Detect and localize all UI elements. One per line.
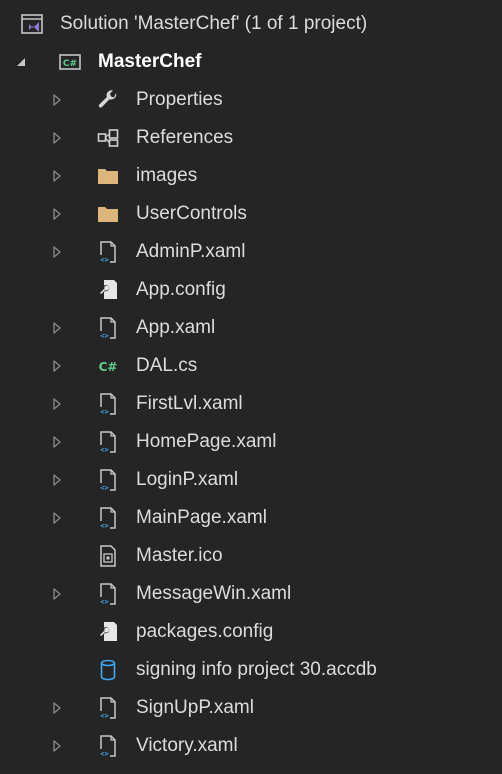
database-icon xyxy=(96,658,120,682)
collapsed-arrow-icon[interactable] xyxy=(50,206,64,222)
tree-item[interactable]: Properties xyxy=(0,81,502,119)
tree-item-label: App.xaml xyxy=(136,317,216,338)
folder-icon xyxy=(96,202,120,226)
tree-item-solution[interactable]: Solution 'MasterChef' (1 of 1 project) xyxy=(0,5,502,43)
svg-text:<>: <> xyxy=(100,522,108,530)
tree-item-label: SignUpP.xaml xyxy=(136,697,254,718)
xaml-file-icon: <> xyxy=(96,582,120,606)
tree-item[interactable]: <> App.xaml xyxy=(0,309,502,347)
collapsed-arrow-icon[interactable] xyxy=(50,472,64,488)
svg-text:<>: <> xyxy=(100,712,108,720)
svg-text:<>: <> xyxy=(100,750,108,758)
tree-item-label: Solution 'MasterChef' (1 of 1 project) xyxy=(60,13,368,34)
tree-item[interactable]: <> LoginP.xaml xyxy=(0,461,502,499)
collapsed-arrow-icon[interactable] xyxy=(50,92,64,108)
xaml-file-icon: <> xyxy=(96,240,120,264)
xaml-file-icon: <> xyxy=(96,506,120,530)
tree-item-label: UserControls xyxy=(136,203,247,224)
xaml-file-icon: <> xyxy=(96,734,120,758)
tree-item-label: images xyxy=(136,165,198,186)
tree-item-label: DAL.cs xyxy=(136,355,198,376)
collapsed-arrow-icon[interactable] xyxy=(50,168,64,184)
tree-item-label: HomePage.xaml xyxy=(136,431,277,452)
tree-item[interactable]: References xyxy=(0,119,502,157)
collapsed-arrow-icon[interactable] xyxy=(50,396,64,412)
tree-item[interactable]: <> HomePage.xaml xyxy=(0,423,502,461)
config-file-icon xyxy=(96,620,120,644)
references-icon xyxy=(96,126,120,150)
svg-text:<>: <> xyxy=(100,408,108,416)
tree-item[interactable]: packages.config xyxy=(0,613,502,651)
tree-item-label: MainPage.xaml xyxy=(136,507,267,528)
tree-item[interactable]: <> MainPage.xaml xyxy=(0,499,502,537)
collapsed-arrow-icon[interactable] xyxy=(50,510,64,526)
xaml-file-icon: <> xyxy=(96,468,120,492)
xaml-file-icon: <> xyxy=(96,430,120,454)
tree-item[interactable]: images xyxy=(0,157,502,195)
xaml-file-icon: <> xyxy=(96,392,120,416)
csharp-project-icon: C# xyxy=(58,50,82,74)
tree-item[interactable]: App.config xyxy=(0,271,502,309)
xaml-file-icon: <> xyxy=(96,316,120,340)
collapsed-arrow-icon[interactable] xyxy=(50,738,64,754)
tree-item-label: Master.ico xyxy=(136,545,223,566)
xaml-file-icon: <> xyxy=(96,696,120,720)
tree-item-label: App.config xyxy=(136,279,226,300)
tree-item[interactable]: <> FirstLvl.xaml xyxy=(0,385,502,423)
tree-item[interactable]: C# DAL.cs xyxy=(0,347,502,385)
collapsed-arrow-icon[interactable] xyxy=(50,434,64,450)
tree-item-label: LoginP.xaml xyxy=(136,469,239,490)
svg-text:<>: <> xyxy=(100,484,108,492)
collapsed-arrow-icon[interactable] xyxy=(50,244,64,260)
svg-text:<>: <> xyxy=(100,446,108,454)
svg-text:C#: C# xyxy=(63,59,77,69)
collapsed-arrow-icon[interactable] xyxy=(50,358,64,374)
visual-studio-solution-icon xyxy=(20,12,44,36)
wrench-icon xyxy=(96,88,120,112)
collapsed-arrow-icon[interactable] xyxy=(50,320,64,336)
svg-text:<>: <> xyxy=(100,332,108,340)
svg-text:C#: C# xyxy=(99,360,118,374)
tree-item[interactable]: <> MessageWin.xaml xyxy=(0,575,502,613)
tree-item-label: Properties xyxy=(136,89,223,110)
tree-item-label: References xyxy=(136,127,234,148)
tree-item-label: MasterChef xyxy=(98,51,202,72)
tree-item[interactable]: Master.ico xyxy=(0,537,502,575)
tree-item-label: signing info project 30.accdb xyxy=(136,659,377,680)
tree-item-project[interactable]: C# MasterChef xyxy=(0,43,502,81)
ico-file-icon xyxy=(96,544,120,568)
solution-explorer-tree: Solution 'MasterChef' (1 of 1 project) C… xyxy=(0,5,502,765)
collapsed-arrow-icon[interactable] xyxy=(50,130,64,146)
tree-item-label: FirstLvl.xaml xyxy=(136,393,243,414)
tree-item[interactable]: <> Victory.xaml xyxy=(0,727,502,765)
tree-item-label: MessageWin.xaml xyxy=(136,583,292,604)
tree-item[interactable]: <> SignUpP.xaml xyxy=(0,689,502,727)
svg-text:<>: <> xyxy=(100,256,108,264)
csharp-file-icon: C# xyxy=(96,354,120,378)
expanded-arrow-icon[interactable] xyxy=(14,54,28,70)
tree-item[interactable]: signing info project 30.accdb xyxy=(0,651,502,689)
tree-item-label: AdminP.xaml xyxy=(136,241,246,262)
svg-text:<>: <> xyxy=(100,598,108,606)
collapsed-arrow-icon[interactable] xyxy=(50,586,64,602)
tree-item-label: packages.config xyxy=(136,621,274,642)
folder-icon xyxy=(96,164,120,188)
tree-item[interactable]: <> AdminP.xaml xyxy=(0,233,502,271)
config-file-icon xyxy=(96,278,120,302)
tree-item-label: Victory.xaml xyxy=(136,735,238,756)
tree-item[interactable]: UserControls xyxy=(0,195,502,233)
collapsed-arrow-icon[interactable] xyxy=(50,700,64,716)
